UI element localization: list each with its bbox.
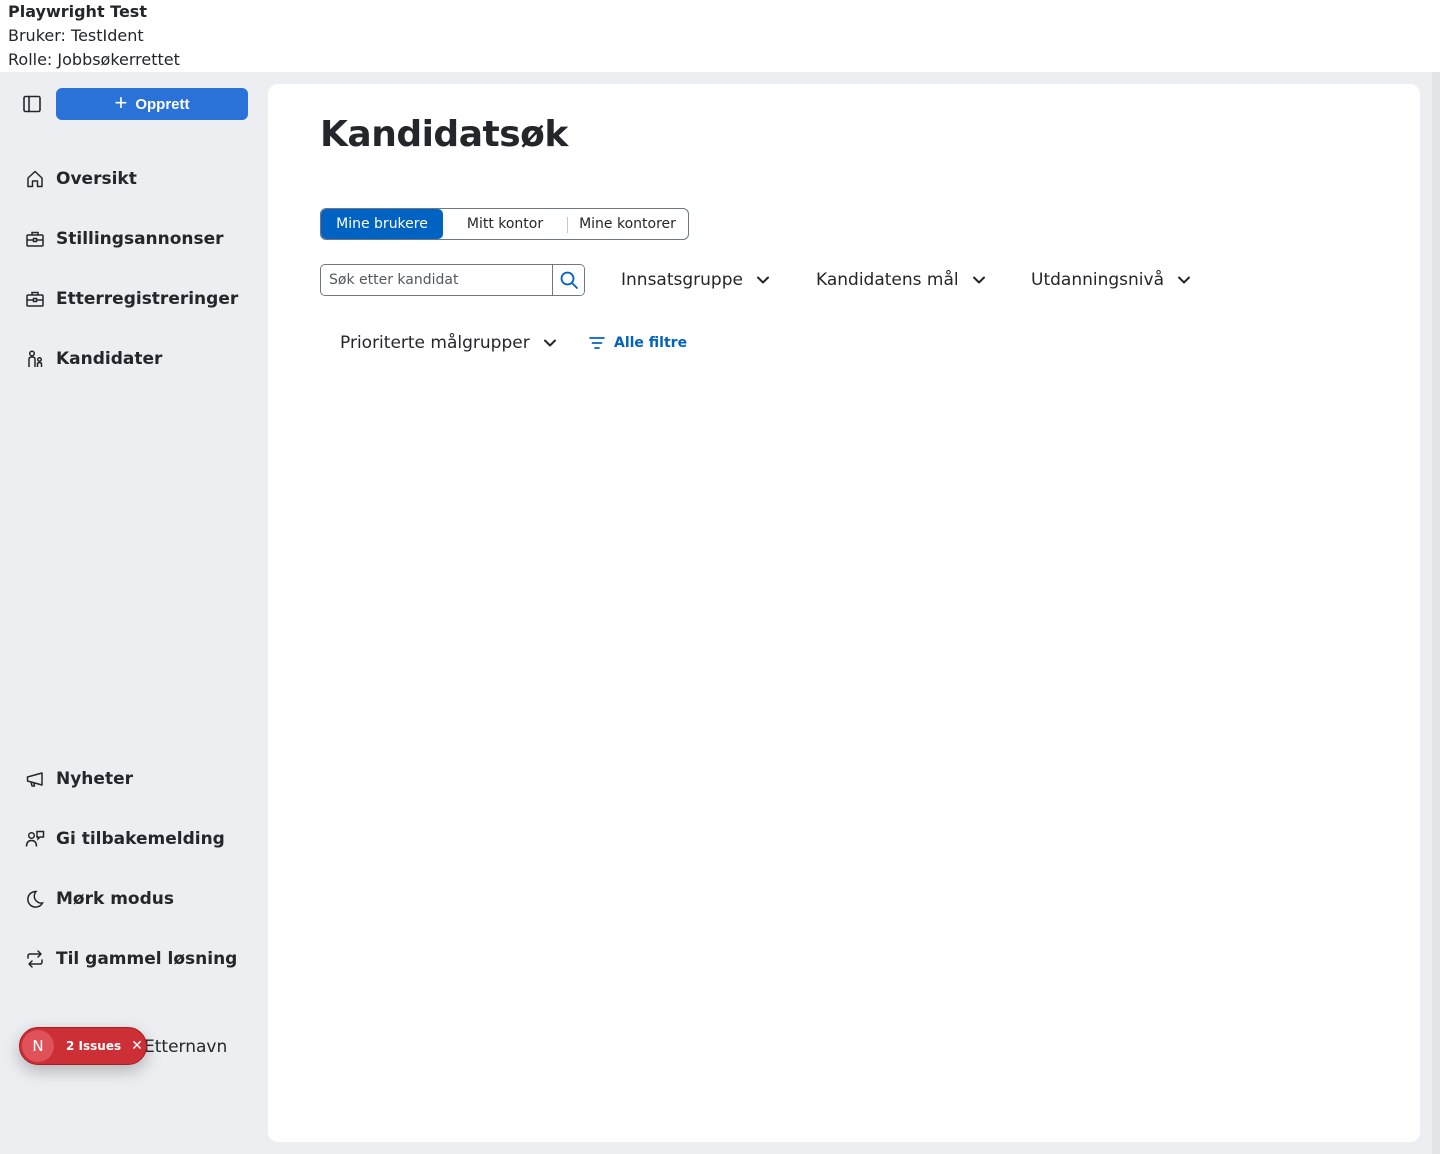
sidebar-item-oversikt[interactable]: Oversikt — [16, 159, 252, 199]
test-user-info: Playwright Test Bruker: TestIdent Rolle:… — [8, 0, 1432, 72]
candidate-search — [320, 264, 585, 296]
chevron-down-icon — [543, 339, 556, 347]
person-chat-icon — [24, 828, 46, 850]
all-filters-label: Alle filtre — [614, 335, 688, 351]
sidebar-item-label: Til gammel løsning — [56, 949, 238, 969]
filter-utdanningsniva[interactable]: Utdanningsnivå — [1031, 264, 1192, 296]
sidebar-item-feedback[interactable]: Gi tilbakemelding — [16, 819, 252, 859]
search-icon — [560, 271, 578, 289]
filter-label: Kandidatens mål — [816, 270, 959, 290]
toggle-mine-kontorer[interactable]: Mine kontorer — [567, 209, 688, 239]
create-button[interactable]: + Opprett — [56, 88, 248, 120]
briefcase-icon — [24, 288, 46, 310]
issues-count-label: 2 Issues — [66, 1039, 122, 1053]
main-content: Kandidatsøk Mine brukere Mitt kontor Min… — [268, 84, 1420, 1142]
test-title: Playwright Test — [8, 2, 147, 21]
issues-badge-button[interactable]: N 2 Issues ✕ — [19, 1027, 147, 1065]
toggle-mine-brukere[interactable]: Mine brukere — [321, 209, 443, 239]
home-icon — [24, 168, 46, 190]
sidebar-item-label: Mørk modus — [56, 889, 174, 909]
sidebar-item-etterregistreringer[interactable]: Etterregistreringer — [16, 279, 252, 319]
filter-kandidatens-mal[interactable]: Kandidatens mål — [816, 264, 987, 296]
arrows-swap-icon — [24, 948, 46, 970]
role-line: Rolle: Jobbsøkerrettet — [8, 50, 180, 69]
user-menu[interactable]: Etternavn N 2 Issues ✕ — [16, 1027, 252, 1067]
sidebar-item-label: Gi tilbakemelding — [56, 829, 225, 849]
filter-innsatsgruppe[interactable]: Innsatsgruppe — [621, 264, 771, 296]
moon-icon — [24, 888, 46, 910]
search-button[interactable] — [552, 265, 584, 295]
user-name: Etternavn — [144, 1037, 228, 1057]
scope-toggle-group: Mine brukere Mitt kontor Mine kontorer — [320, 208, 689, 240]
all-filters-button[interactable]: Alle filtre — [588, 328, 687, 358]
plus-icon: + — [114, 90, 128, 115]
sidebar-item-old-solution[interactable]: Til gammel løsning — [16, 939, 252, 979]
filter-label: Prioriterte målgrupper — [340, 333, 530, 353]
filter-prioriterte-malgrupper[interactable]: Prioriterte målgrupper — [340, 327, 558, 359]
scrollbar-track[interactable] — [1432, 72, 1440, 1154]
chevron-down-icon — [972, 276, 985, 284]
sidebar-item-label: Stillingsannonser — [56, 229, 224, 249]
filter-icon — [589, 337, 605, 349]
filter-label: Innsatsgruppe — [621, 270, 743, 290]
sidebar-item-kandidater[interactable]: Kandidater — [16, 339, 252, 379]
next-logo-icon: N — [22, 1030, 54, 1062]
close-icon[interactable]: ✕ — [131, 1038, 143, 1054]
people-icon — [24, 348, 46, 370]
filter-label: Utdanningsnivå — [1031, 270, 1164, 290]
user-line: Bruker: TestIdent — [8, 26, 144, 45]
chevron-down-icon — [756, 276, 769, 284]
chevron-down-icon — [1178, 276, 1190, 284]
search-input[interactable] — [321, 265, 552, 295]
sidebar-item-label: Kandidater — [56, 349, 163, 369]
create-button-label: Opprett — [135, 95, 190, 113]
sidebar-toggle-button[interactable] — [20, 92, 44, 116]
toggle-mitt-kontor[interactable]: Mitt kontor — [443, 209, 567, 239]
briefcase-icon — [24, 228, 46, 250]
sidebar-item-label: Etterregistreringer — [56, 289, 239, 309]
page-title: Kandidatsøk — [320, 114, 568, 155]
sidebar-item-label: Nyheter — [56, 769, 133, 789]
sidebar-item-label: Oversikt — [56, 169, 137, 189]
sidebar-item-dark-mode[interactable]: Mørk modus — [16, 879, 252, 919]
sidebar: + Opprett Oversikt Stillingsannonser Ett… — [0, 72, 268, 1154]
sidebar-item-nyheter[interactable]: Nyheter — [16, 759, 252, 799]
sidebar-item-stillingsannonser[interactable]: Stillingsannonser — [16, 219, 252, 259]
sidebar-panel-icon — [23, 95, 41, 113]
megaphone-icon — [24, 768, 46, 790]
